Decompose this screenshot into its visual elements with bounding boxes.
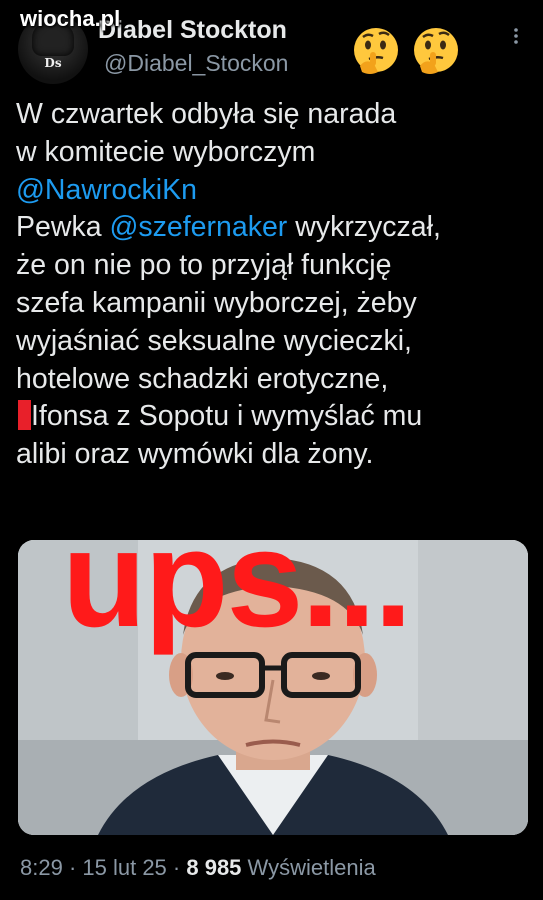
tweet-text-segment: W czwartek odbyła się narada [16, 98, 397, 130]
tweet-date[interactable]: 15 lut 25 [82, 855, 166, 880]
tweet-text-line: Pewka @szefernaker wykrzyczał, [16, 209, 531, 247]
tweet-text-segment: w komitecie wyborczym [16, 135, 316, 168]
tweet-text-segment: że on nie po to przyjął funkcję [16, 249, 392, 282]
thinking-face-icon [414, 28, 458, 74]
tweet-text-segment: Pewka [16, 211, 110, 244]
tweet-time[interactable]: 8:29 [20, 855, 63, 880]
watermark: wiocha.pl [20, 6, 121, 31]
views-label: Wyświetlenia [241, 855, 376, 880]
mention-link[interactable]: @NawrockiKn [16, 174, 197, 206]
tweet-text-segment: Ifonsa z Sopotu i wymyślać mu [31, 400, 423, 433]
tweet-header: Ds Diabel Stockton @Diabel_Stockon wioch… [0, 0, 543, 90]
tweet-text: W czwartek odbyła się narada w komitecie … [16, 96, 531, 474]
overlay-caption: ups... [62, 502, 412, 656]
tweet-text-line: wyjaśniać seksualne wycieczki, [16, 323, 531, 361]
tweet-text-segment: wykrzyczał, [287, 211, 441, 244]
tweet-text-line: szefa kampanii wyborczej, żeby [16, 285, 531, 323]
tweet-text-segment: szefa kampanii wyborczej, żeby [16, 286, 417, 319]
tweet-meta: 8:29 · 15 lut 25 · 8 985 Wyświetlenia [20, 855, 376, 881]
tweet-text-line: hotelowe schadzki erotyczne, [16, 361, 531, 399]
author-display-name[interactable]: Diabel Stockton [98, 16, 287, 45]
tweet-text-segment: hotelowe schadzki erotyczne, [16, 362, 389, 395]
author-handle[interactable]: @Diabel_Stockon [104, 50, 288, 77]
tweet-text-line: alibi oraz wymówki dla żony. [16, 436, 531, 474]
more-options-icon[interactable] [508, 24, 524, 48]
tweet-text-line: że on nie po to przyjął funkcję [16, 247, 531, 285]
tweet-text-line: @NawrockiKn [16, 172, 531, 210]
mention-link[interactable]: @szefernaker [109, 211, 287, 243]
thinking-face-icon [354, 28, 398, 74]
tweet-text-line: Ifonsa z Sopotu i wymyślać mu [16, 398, 531, 436]
tweet-text-line: w komitecie wyborczym [16, 134, 531, 172]
tweet-text-segment: alibi oraz wymówki dla żony. [16, 438, 374, 471]
views-count[interactable]: 8 985 [186, 855, 241, 880]
meta-separator: · [166, 855, 187, 880]
tweet-text-line: W czwartek odbyła się narada [16, 96, 531, 134]
avatar-text: Ds [44, 56, 62, 70]
meta-separator: · [62, 855, 83, 880]
tweet-text-segment: wyjaśniać seksualne wycieczki, [16, 324, 412, 357]
redaction-mark [18, 400, 31, 431]
